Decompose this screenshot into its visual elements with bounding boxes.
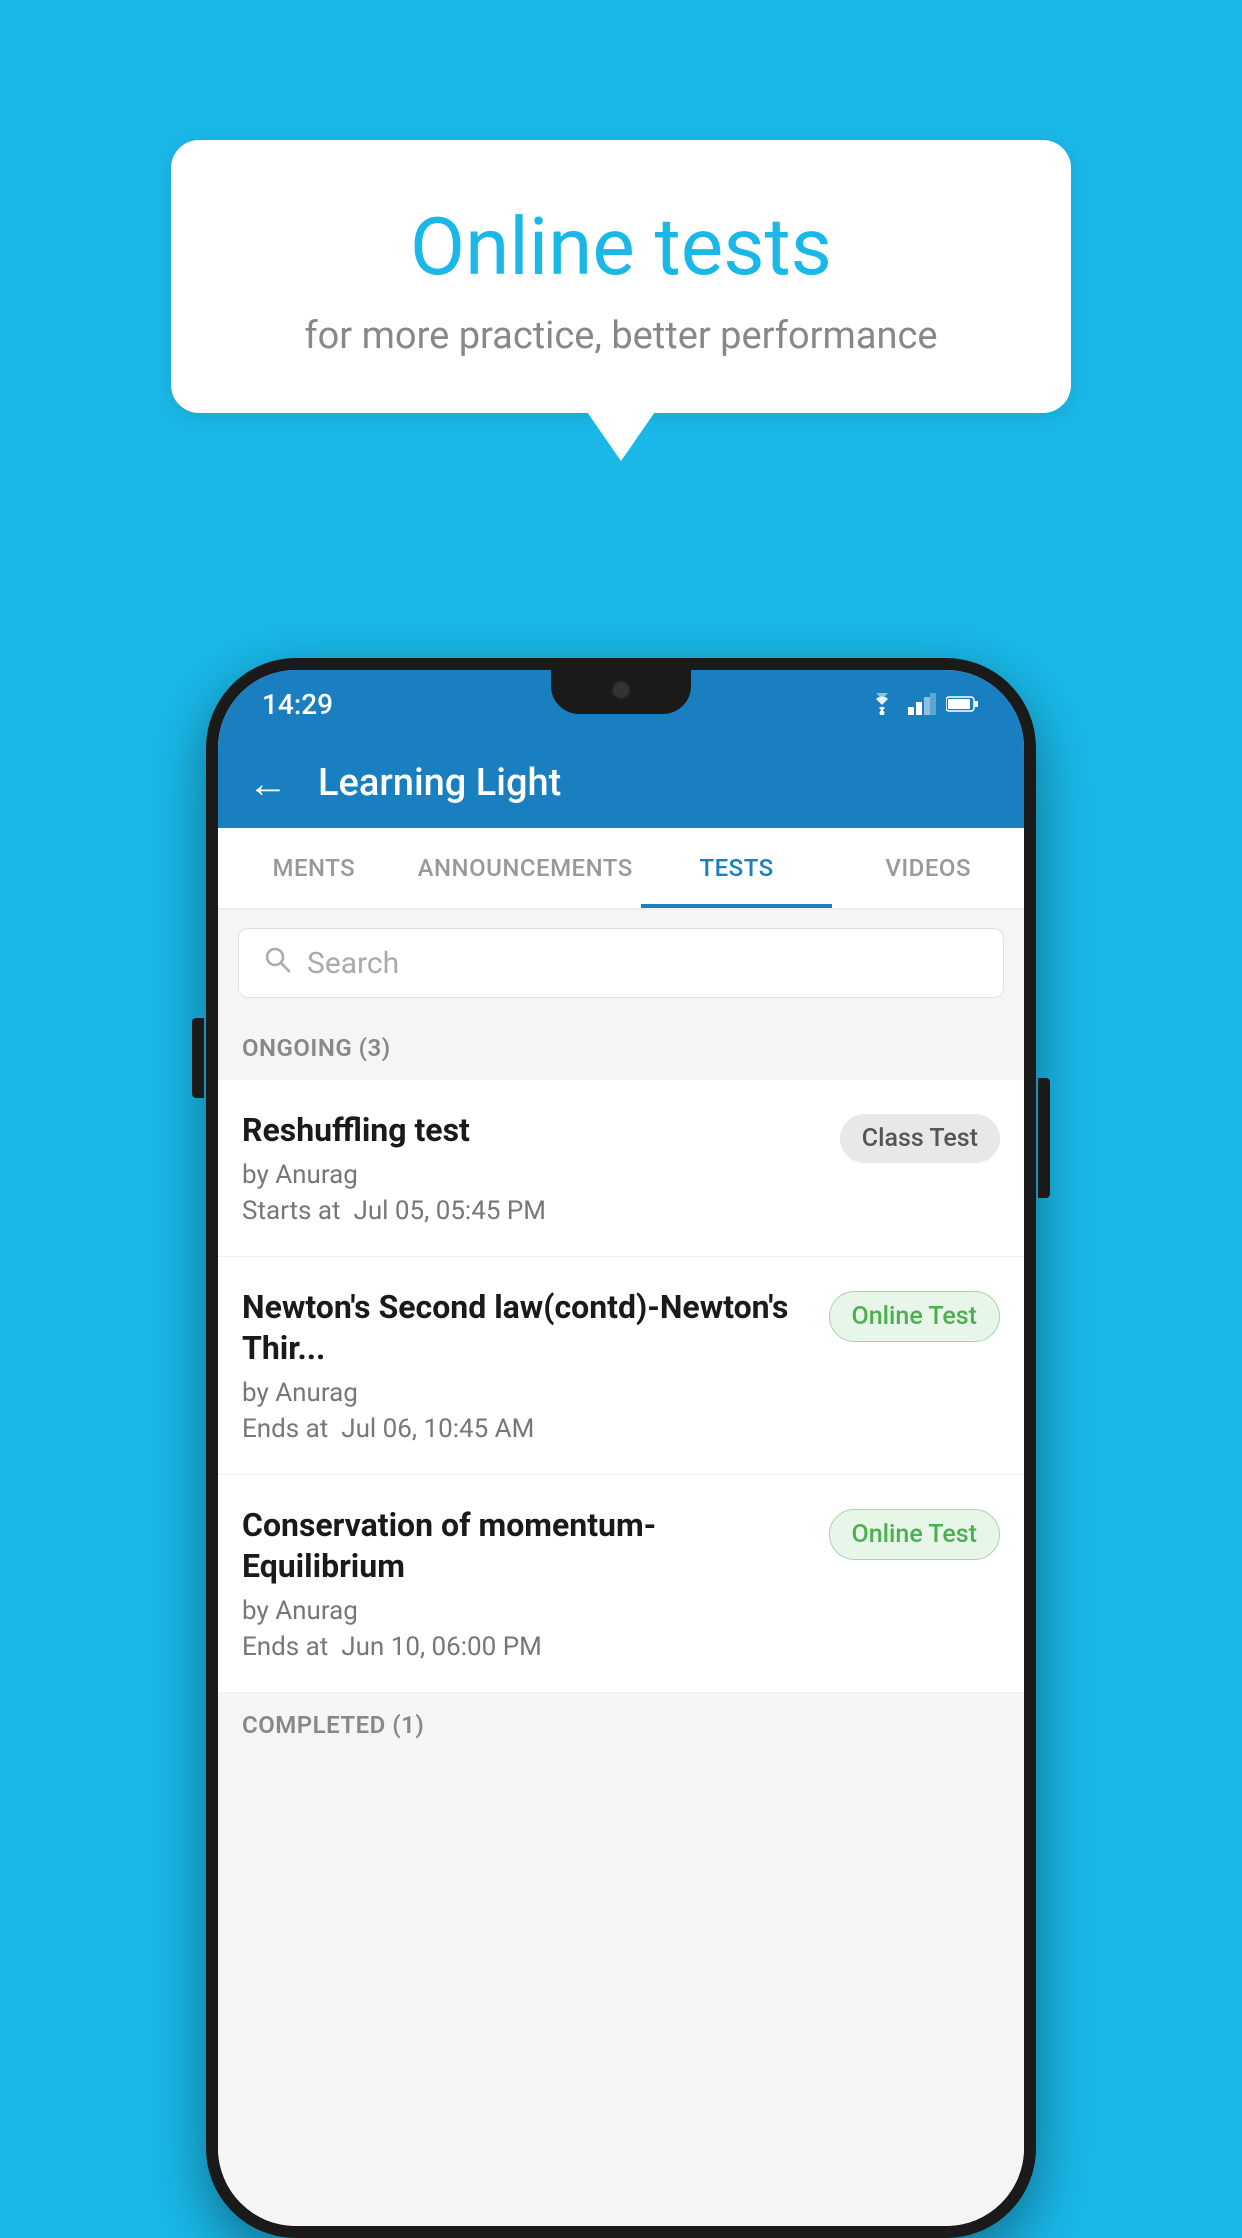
promo-section: Online tests for more practice, better p… <box>171 140 1071 413</box>
promo-title: Online tests <box>251 200 991 294</box>
tab-tests[interactable]: TESTS <box>641 828 833 908</box>
status-time: 14:29 <box>262 688 333 721</box>
tab-announcements[interactable]: ANNOUNCEMENTS <box>410 828 641 908</box>
test-item[interactable]: Conservation of momentum-Equilibrium by … <box>218 1475 1024 1693</box>
camera-icon <box>611 680 631 700</box>
tabs-container: MENTS ANNOUNCEMENTS TESTS VIDEOS <box>218 828 1024 910</box>
test-time: Ends at Jul 06, 10:45 AM <box>242 1414 813 1444</box>
test-author: by Anurag <box>242 1160 824 1190</box>
battery-icon <box>946 695 980 713</box>
search-icon <box>263 945 291 981</box>
phone-frame: 14:29 <box>206 658 1036 2238</box>
test-info: Reshuffling test by Anurag Starts at Jul… <box>242 1110 824 1226</box>
notch <box>551 670 691 714</box>
content-area: ONGOING (3) Reshuffling test by Anurag S… <box>218 1016 1024 2226</box>
app-header: ← Learning Light <box>218 738 1024 828</box>
status-bar: 14:29 <box>218 670 1024 738</box>
class-test-badge: Class Test <box>840 1114 1000 1163</box>
test-time: Starts at Jul 05, 05:45 PM <box>242 1196 824 1226</box>
app-title: Learning Light <box>318 761 561 805</box>
online-test-badge: Online Test <box>829 1509 1000 1560</box>
search-placeholder: Search <box>307 946 399 981</box>
test-title: Reshuffling test <box>242 1110 824 1152</box>
ongoing-section-header: ONGOING (3) <box>218 1016 1024 1080</box>
test-info: Newton's Second law(contd)-Newton's Thir… <box>242 1287 813 1444</box>
tab-videos[interactable]: VIDEOS <box>832 828 1024 908</box>
test-author: by Anurag <box>242 1596 813 1626</box>
test-time: Ends at Jun 10, 06:00 PM <box>242 1632 813 1662</box>
back-button[interactable]: ← <box>248 760 288 807</box>
online-test-badge: Online Test <box>829 1291 1000 1342</box>
tab-ments[interactable]: MENTS <box>218 828 410 908</box>
search-container: Search <box>218 910 1024 1016</box>
test-list: Reshuffling test by Anurag Starts at Jul… <box>218 1080 1024 1693</box>
test-title: Conservation of momentum-Equilibrium <box>242 1505 813 1588</box>
signal-icon <box>908 693 936 715</box>
promo-subtitle: for more practice, better performance <box>251 314 991 358</box>
speech-bubble: Online tests for more practice, better p… <box>171 140 1071 413</box>
test-item[interactable]: Reshuffling test by Anurag Starts at Jul… <box>218 1080 1024 1257</box>
test-info: Conservation of momentum-Equilibrium by … <box>242 1505 813 1662</box>
test-author: by Anurag <box>242 1378 813 1408</box>
test-item[interactable]: Newton's Second law(contd)-Newton's Thir… <box>218 1257 1024 1475</box>
phone-screen: 14:29 <box>218 670 1024 2226</box>
completed-section-header: COMPLETED (1) <box>218 1693 1024 1757</box>
wifi-icon <box>866 693 898 715</box>
search-bar[interactable]: Search <box>238 928 1004 998</box>
test-title: Newton's Second law(contd)-Newton's Thir… <box>242 1287 813 1370</box>
status-icons <box>866 693 980 715</box>
